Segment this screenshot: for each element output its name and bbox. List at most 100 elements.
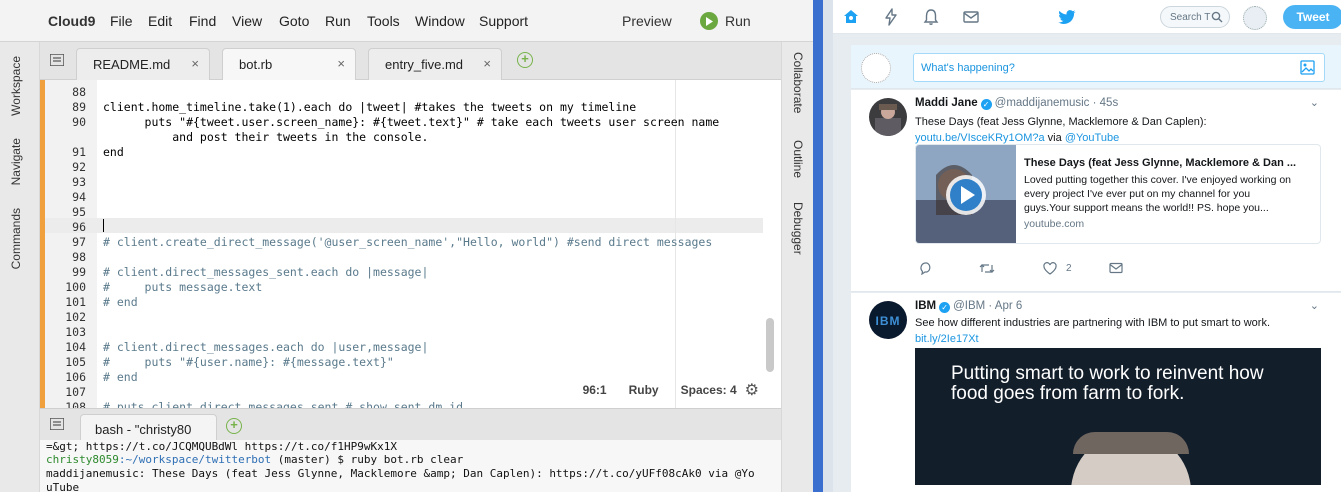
menu-edit[interactable]: Edit bbox=[148, 13, 172, 29]
line-number: 98 bbox=[72, 250, 86, 264]
gear-icon[interactable]: ⚙ bbox=[745, 380, 759, 400]
tab-entry-five[interactable]: entry_five.md × bbox=[368, 48, 502, 80]
background-window-edge bbox=[823, 0, 833, 492]
avatar[interactable] bbox=[869, 98, 907, 136]
compose-input[interactable]: What's happening? bbox=[913, 53, 1325, 82]
close-icon[interactable]: × bbox=[483, 56, 491, 71]
line-number: 88 bbox=[72, 85, 86, 99]
link-card[interactable]: These Days (feat Jess Glynne, Macklemore… bbox=[915, 144, 1321, 244]
promo-portrait-hair bbox=[1073, 432, 1189, 454]
tweet-button[interactable]: Tweet bbox=[1283, 5, 1341, 29]
code-line: # puts message.text bbox=[103, 280, 263, 294]
panel-tab-navigate[interactable]: Navigate bbox=[9, 138, 23, 185]
terminal-prompt-line: christy8059:~/workspace/twitterbot (mast… bbox=[46, 453, 463, 466]
line-number: 104 bbox=[65, 340, 86, 354]
messages-icon[interactable] bbox=[962, 8, 980, 26]
reply-icon bbox=[920, 261, 931, 275]
code-line-wrap: and post their tweets in the console. bbox=[103, 130, 429, 144]
right-panel-bar: Collaborate Outline Debugger bbox=[781, 42, 813, 492]
tweet[interactable]: Maddi Jane ✓ @maddijanemusic · 45s ⌄ These… bbox=[851, 90, 1341, 292]
timestamp[interactable]: · Apr 6 bbox=[988, 300, 1022, 312]
line-number: 108 bbox=[65, 400, 86, 408]
indent-setting[interactable]: Spaces: 4 bbox=[681, 383, 737, 397]
tab-menu-icon[interactable] bbox=[50, 54, 64, 66]
handle[interactable]: @IBM bbox=[953, 300, 985, 312]
heart-icon bbox=[1043, 261, 1057, 275]
window-divider[interactable] bbox=[813, 0, 823, 492]
panel-tab-collaborate[interactable]: Collaborate bbox=[791, 52, 805, 113]
handle[interactable]: @maddijanemusic bbox=[995, 97, 1090, 109]
reply-button[interactable] bbox=[919, 260, 933, 276]
display-name[interactable]: Maddi Jane bbox=[915, 97, 978, 109]
menu-goto[interactable]: Goto bbox=[279, 13, 309, 29]
panel-tab-outline[interactable]: Outline bbox=[791, 140, 805, 178]
display-name[interactable]: IBM bbox=[915, 300, 936, 312]
line-number: 91 bbox=[72, 145, 86, 159]
retweet-button[interactable] bbox=[979, 260, 995, 276]
menu-file[interactable]: File bbox=[110, 13, 133, 29]
search-input[interactable]: Search T bbox=[1160, 6, 1230, 28]
code-line: end bbox=[103, 145, 124, 159]
language-mode[interactable]: Ruby bbox=[629, 383, 659, 397]
timestamp[interactable]: · 45s bbox=[1093, 97, 1119, 109]
code-editor[interactable]: 88 89 client.home_timeline.take(1).each … bbox=[40, 80, 781, 408]
terminal-line: uTube bbox=[46, 481, 80, 492]
home-icon[interactable] bbox=[842, 8, 860, 26]
dm-button[interactable] bbox=[1109, 260, 1123, 276]
close-icon[interactable]: × bbox=[191, 56, 199, 71]
line-number: 94 bbox=[72, 190, 86, 204]
image-icon[interactable] bbox=[1300, 60, 1315, 75]
like-button[interactable]: 2 bbox=[1043, 260, 1072, 276]
menu-view[interactable]: View bbox=[232, 13, 262, 29]
panel-tab-commands[interactable]: Commands bbox=[9, 208, 23, 269]
moments-icon[interactable] bbox=[882, 8, 900, 26]
prompt-user: christy8059 bbox=[46, 453, 119, 466]
code-line: # puts "#{user.name}: #{message.text}" bbox=[103, 355, 394, 369]
editor-scrollbar[interactable] bbox=[766, 318, 774, 372]
retweet-icon bbox=[979, 263, 995, 273]
menu-support[interactable]: Support bbox=[479, 13, 528, 29]
cloud9-brand[interactable]: Cloud9 bbox=[48, 13, 95, 29]
card-domain: youtube.com bbox=[1024, 218, 1085, 230]
menu-run[interactable]: Run bbox=[325, 13, 351, 29]
terminal[interactable]: =&gt; https://t.co/JCQMQUBdWl https://t.… bbox=[40, 440, 781, 492]
prompt-command: (master) $ ruby bot.rb clear bbox=[271, 453, 464, 466]
ibm-avatar[interactable]: IBM bbox=[869, 301, 907, 339]
tab-label: README.md bbox=[93, 57, 171, 72]
notifications-icon[interactable] bbox=[922, 8, 940, 26]
tab-menu-icon[interactable] bbox=[50, 418, 64, 430]
add-tab-icon[interactable]: + bbox=[517, 52, 533, 68]
video-thumbnail bbox=[916, 145, 1016, 243]
code-line: puts "#{tweet.user.screen_name}: #{tweet… bbox=[103, 115, 720, 129]
prompt-path: :~/workspace/twitterbot bbox=[118, 453, 272, 466]
tab-readme[interactable]: README.md × bbox=[76, 48, 210, 80]
terminal-tab-bar: bash - "christy80 + bbox=[40, 408, 781, 441]
chevron-down-icon[interactable]: ⌄ bbox=[1310, 96, 1319, 109]
tweet[interactable]: IBM IBM ✓ @IBM · Apr 6 ⌄ See how different… bbox=[851, 293, 1341, 492]
avatar[interactable] bbox=[1243, 6, 1267, 30]
menu-find[interactable]: Find bbox=[189, 13, 216, 29]
terminal-tab[interactable]: bash - "christy80 bbox=[80, 414, 217, 441]
menu-window[interactable]: Window bbox=[415, 13, 465, 29]
add-terminal-icon[interactable]: + bbox=[226, 418, 242, 434]
line-number: 106 bbox=[65, 370, 86, 384]
tab-bot-rb[interactable]: bot.rb × bbox=[222, 48, 356, 80]
terminal-tab-label: bash - "christy80 bbox=[95, 422, 192, 437]
tweet-link[interactable]: youtu.be/VIsceKRy1OM?a bbox=[915, 132, 1045, 144]
cursor-position[interactable]: 96:1 bbox=[583, 383, 607, 397]
terminal-line: =&gt; https://t.co/JCQMQUBdWl https://t.… bbox=[46, 440, 397, 453]
close-icon[interactable]: × bbox=[337, 56, 345, 71]
tab-label: entry_five.md bbox=[385, 57, 464, 72]
promo-image[interactable]: Putting smart to work to reinvent how fo… bbox=[915, 348, 1321, 485]
panel-tab-workspace[interactable]: Workspace bbox=[9, 56, 23, 116]
preview-button[interactable]: Preview bbox=[622, 13, 672, 29]
menu-tools[interactable]: Tools bbox=[367, 13, 400, 29]
twitter-bird-icon[interactable] bbox=[1057, 7, 1077, 27]
line-number: 99 bbox=[72, 265, 86, 279]
editor-tab-bar: README.md × bot.rb × entry_five.md × + bbox=[40, 42, 781, 80]
panel-tab-debugger[interactable]: Debugger bbox=[791, 202, 805, 255]
chevron-down-icon[interactable]: ⌄ bbox=[1310, 299, 1319, 312]
mention-link[interactable]: @YouTube bbox=[1065, 132, 1119, 144]
run-button[interactable]: Run bbox=[700, 11, 751, 31]
tweet-link[interactable]: bit.ly/2Ie17Xt bbox=[915, 333, 979, 345]
